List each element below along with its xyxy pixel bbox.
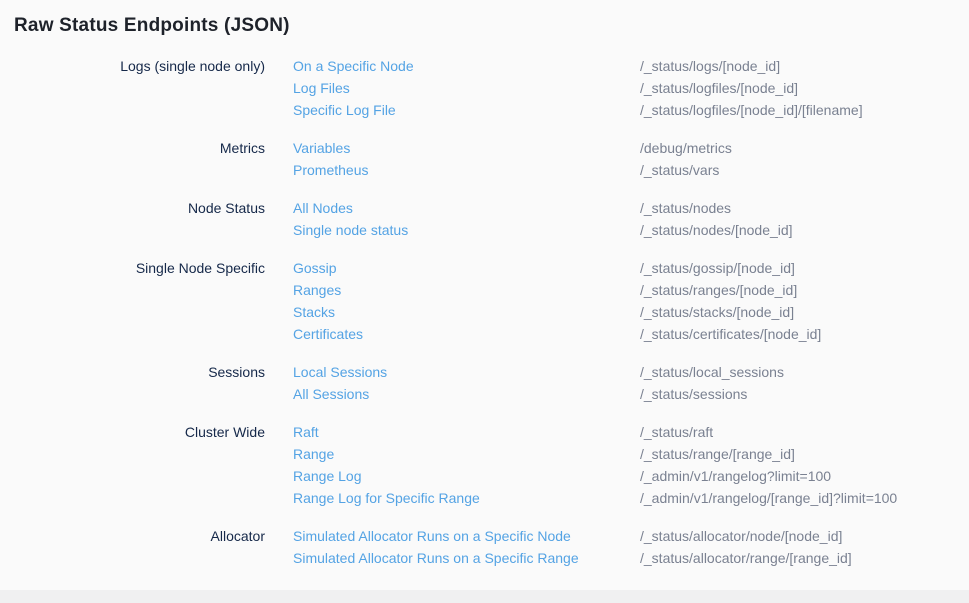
endpoint-link[interactable]: Simulated Allocator Runs on a Specific N… bbox=[293, 525, 640, 547]
endpoint-row: Log Files /_status/logfiles/[node_id] bbox=[293, 77, 949, 99]
endpoint-link[interactable]: Local Sessions bbox=[293, 361, 640, 383]
endpoint-section: Cluster Wide Raft /_status/raft Range /_… bbox=[14, 421, 949, 509]
endpoint-row: Variables /debug/metrics bbox=[293, 137, 949, 159]
endpoint-section: Node Status All Nodes /_status/nodes Sin… bbox=[14, 197, 949, 241]
endpoint-link[interactable]: Raft bbox=[293, 421, 640, 443]
endpoint-link[interactable]: Gossip bbox=[293, 257, 640, 279]
endpoint-row: Range Log /_admin/v1/rangelog?limit=100 bbox=[293, 465, 949, 487]
endpoint-sections: Logs (single node only) On a Specific No… bbox=[14, 55, 949, 569]
category-label: Node Status bbox=[14, 197, 265, 241]
page-title: Raw Status Endpoints (JSON) bbox=[14, 13, 949, 39]
endpoint-row: Range Log for Specific Range /_admin/v1/… bbox=[293, 487, 949, 509]
endpoint-path: /_status/gossip/[node_id] bbox=[640, 257, 795, 279]
endpoint-path: /debug/metrics bbox=[640, 137, 732, 159]
endpoint-path: /_status/range/[range_id] bbox=[640, 443, 795, 465]
endpoint-path: /_status/certificates/[node_id] bbox=[640, 323, 821, 345]
endpoint-path: /_admin/v1/rangelog?limit=100 bbox=[640, 465, 831, 487]
endpoint-row: All Sessions /_status/sessions bbox=[293, 383, 949, 405]
endpoint-path: /_status/logs/[node_id] bbox=[640, 55, 780, 77]
endpoint-section: Sessions Local Sessions /_status/local_s… bbox=[14, 361, 949, 405]
category-label: Metrics bbox=[14, 137, 265, 181]
endpoint-link[interactable]: All Nodes bbox=[293, 197, 640, 219]
category-label: Logs (single node only) bbox=[14, 55, 265, 121]
endpoint-path: /_status/nodes/[node_id] bbox=[640, 219, 793, 241]
endpoint-link[interactable]: Ranges bbox=[293, 279, 640, 301]
endpoint-row: On a Specific Node /_status/logs/[node_i… bbox=[293, 55, 949, 77]
endpoint-link[interactable]: Log Files bbox=[293, 77, 640, 99]
endpoint-path: /_status/allocator/node/[node_id] bbox=[640, 525, 842, 547]
endpoint-link[interactable]: Single node status bbox=[293, 219, 640, 241]
endpoint-path: /_status/vars bbox=[640, 159, 719, 181]
endpoint-row: Stacks /_status/stacks/[node_id] bbox=[293, 301, 949, 323]
section-rows: Variables /debug/metrics Prometheus /_st… bbox=[293, 137, 949, 181]
endpoint-row: Single node status /_status/nodes/[node_… bbox=[293, 219, 949, 241]
endpoint-path: /_status/raft bbox=[640, 421, 713, 443]
endpoint-link[interactable]: Range Log bbox=[293, 465, 640, 487]
endpoint-row: Specific Log File /_status/logfiles/[nod… bbox=[293, 99, 949, 121]
endpoint-row: Prometheus /_status/vars bbox=[293, 159, 949, 181]
endpoint-section: Allocator Simulated Allocator Runs on a … bbox=[14, 525, 949, 569]
section-rows: All Nodes /_status/nodes Single node sta… bbox=[293, 197, 949, 241]
endpoint-row: Range /_status/range/[range_id] bbox=[293, 443, 949, 465]
endpoint-path: /_status/ranges/[node_id] bbox=[640, 279, 797, 301]
endpoint-path: /_status/nodes bbox=[640, 197, 731, 219]
endpoint-row: Certificates /_status/certificates/[node… bbox=[293, 323, 949, 345]
section-rows: Raft /_status/raft Range /_status/range/… bbox=[293, 421, 949, 509]
endpoint-path: /_status/local_sessions bbox=[640, 361, 784, 383]
endpoint-section: Single Node Specific Gossip /_status/gos… bbox=[14, 257, 949, 345]
endpoint-link[interactable]: Variables bbox=[293, 137, 640, 159]
section-rows: Gossip /_status/gossip/[node_id] Ranges … bbox=[293, 257, 949, 345]
endpoint-link[interactable]: Range bbox=[293, 443, 640, 465]
endpoint-path: /_admin/v1/rangelog/[range_id]?limit=100 bbox=[640, 487, 897, 509]
endpoint-link[interactable]: Range Log for Specific Range bbox=[293, 487, 640, 509]
endpoint-row: Simulated Allocator Runs on a Specific R… bbox=[293, 547, 949, 569]
category-label: Single Node Specific bbox=[14, 257, 265, 345]
section-rows: Local Sessions /_status/local_sessions A… bbox=[293, 361, 949, 405]
endpoint-path: /_status/logfiles/[node_id]/[filename] bbox=[640, 99, 863, 121]
category-label: Cluster Wide bbox=[14, 421, 265, 509]
endpoint-link[interactable]: Stacks bbox=[293, 301, 640, 323]
endpoint-row: Gossip /_status/gossip/[node_id] bbox=[293, 257, 949, 279]
endpoint-row: Raft /_status/raft bbox=[293, 421, 949, 443]
endpoint-link[interactable]: Simulated Allocator Runs on a Specific R… bbox=[293, 547, 640, 569]
endpoint-path: /_status/sessions bbox=[640, 383, 747, 405]
endpoint-link[interactable]: Certificates bbox=[293, 323, 640, 345]
footer-strip bbox=[0, 590, 969, 603]
endpoint-link[interactable]: Prometheus bbox=[293, 159, 640, 181]
endpoint-row: Ranges /_status/ranges/[node_id] bbox=[293, 279, 949, 301]
endpoint-row: Local Sessions /_status/local_sessions bbox=[293, 361, 949, 383]
endpoint-path: /_status/allocator/range/[range_id] bbox=[640, 547, 852, 569]
endpoint-path: /_status/logfiles/[node_id] bbox=[640, 77, 798, 99]
endpoint-section: Logs (single node only) On a Specific No… bbox=[14, 55, 949, 121]
endpoint-link[interactable]: On a Specific Node bbox=[293, 55, 640, 77]
category-label: Sessions bbox=[14, 361, 265, 405]
section-rows: On a Specific Node /_status/logs/[node_i… bbox=[293, 55, 949, 121]
endpoint-section: Metrics Variables /debug/metrics Prometh… bbox=[14, 137, 949, 181]
endpoint-row: All Nodes /_status/nodes bbox=[293, 197, 949, 219]
endpoint-link[interactable]: Specific Log File bbox=[293, 99, 640, 121]
debug-endpoints-page: Raw Status Endpoints (JSON) Logs (single… bbox=[0, 0, 969, 569]
endpoint-row: Simulated Allocator Runs on a Specific N… bbox=[293, 525, 949, 547]
section-rows: Simulated Allocator Runs on a Specific N… bbox=[293, 525, 949, 569]
category-label: Allocator bbox=[14, 525, 265, 569]
endpoint-path: /_status/stacks/[node_id] bbox=[640, 301, 794, 323]
endpoint-link[interactable]: All Sessions bbox=[293, 383, 640, 405]
